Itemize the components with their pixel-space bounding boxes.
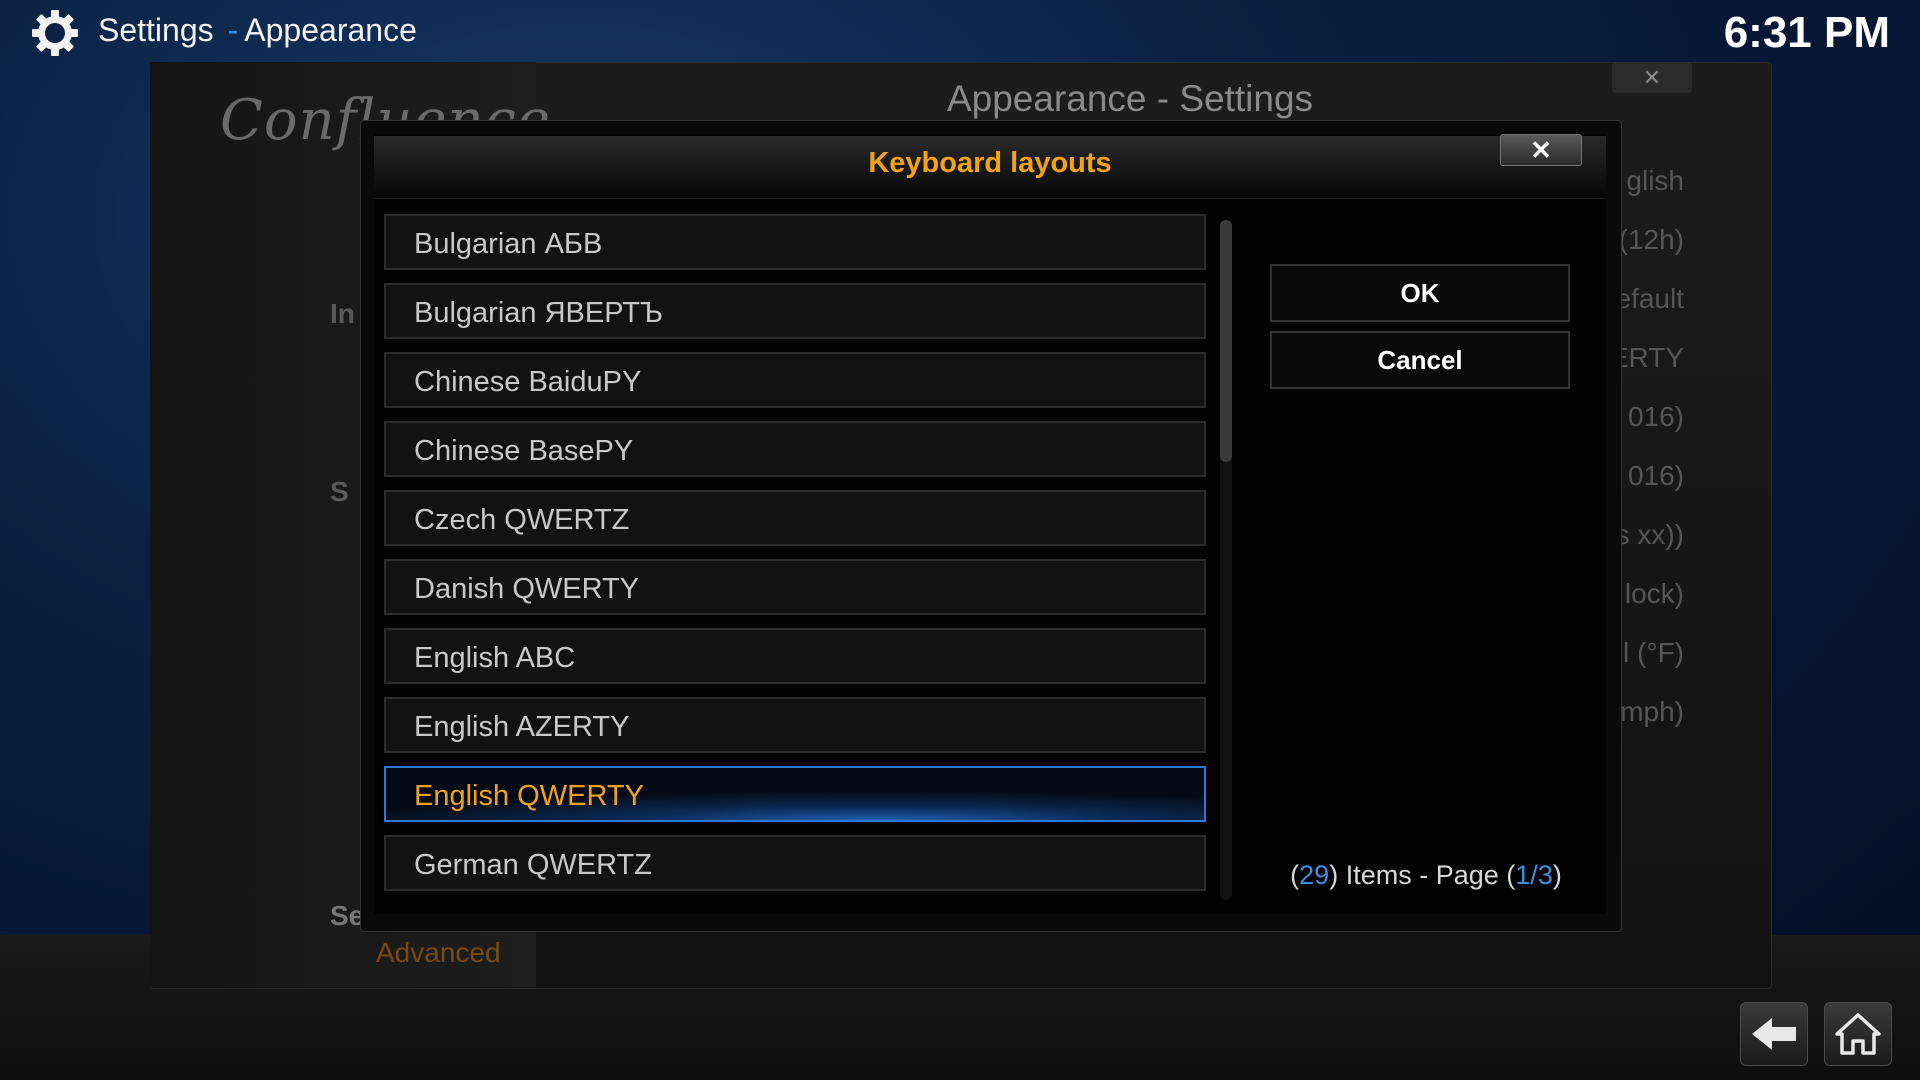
background-sidebar-item[interactable]: S	[330, 476, 349, 508]
list-item-label: Danish QWERTY	[414, 573, 640, 605]
breadcrumb: Settings - Appearance	[98, 12, 417, 49]
close-button[interactable]: ✕	[1500, 134, 1582, 166]
list-item-label: English AZERTY	[414, 711, 630, 743]
list-item-selected[interactable]: English QWERTY	[384, 766, 1206, 822]
background-setting-value: mph)	[1620, 696, 1684, 727]
list-item-label: English ABC	[414, 642, 576, 674]
breadcrumb-separator: -	[227, 12, 239, 48]
page-total: 3	[1537, 860, 1553, 890]
back-button[interactable]	[1740, 1002, 1808, 1066]
home-button[interactable]	[1824, 1002, 1892, 1066]
list-item-label: Czech QWERTZ	[414, 504, 630, 536]
list-item[interactable]: German QWERTZ	[384, 835, 1206, 891]
close-icon: ✕	[1530, 135, 1552, 165]
background-setting-value: s xx))	[1615, 519, 1684, 550]
background-window-title: Appearance - Settings	[946, 78, 1314, 119]
background-setting-value: glish	[1626, 165, 1684, 196]
dialog-title: Keyboard layouts	[868, 147, 1112, 179]
list-item[interactable]: English AZERTY	[384, 697, 1206, 753]
gear-icon	[30, 8, 80, 58]
breadcrumb-section: Settings	[98, 12, 214, 48]
item-count: 29	[1299, 860, 1330, 890]
scrollbar-thumb[interactable]	[1220, 220, 1232, 462]
list-item[interactable]: English ABC	[384, 628, 1206, 684]
list-item-label: Bulgarian АБВ	[414, 228, 603, 260]
background-close-button[interactable]: ✕	[1612, 63, 1692, 93]
items-page-text: Items - Page	[1345, 860, 1499, 890]
list-item[interactable]: Chinese BasePY	[384, 421, 1206, 477]
list-item[interactable]: Chinese BaiduPY	[384, 352, 1206, 408]
background-setting-value: 016)	[1627, 401, 1684, 432]
list-item[interactable]: Danish QWERTY	[384, 559, 1206, 615]
background-setting-value: efault	[1615, 283, 1685, 314]
list-item-label: English QWERTY	[414, 780, 644, 812]
cancel-button[interactable]: Cancel	[1270, 331, 1570, 389]
clock: 6:31 PM	[1723, 8, 1890, 57]
pagination-info: (29) Items - Page (1/3)	[1290, 860, 1562, 890]
back-arrow-icon	[1752, 1018, 1796, 1050]
settings-level-value[interactable]: Advanced	[376, 937, 501, 969]
background-setting-value: lock)	[1624, 578, 1684, 609]
ok-button[interactable]: OK	[1270, 264, 1570, 322]
list-item-label: Chinese BaiduPY	[414, 366, 642, 398]
background-setting-value: l (°F)	[1623, 637, 1684, 668]
page-current: 1	[1515, 860, 1531, 890]
breadcrumb-subsection: Appearance	[244, 12, 417, 48]
list-item-label: Chinese BasePY	[414, 435, 634, 467]
home-icon	[1835, 1013, 1881, 1055]
list-item[interactable]: Czech QWERTZ	[384, 490, 1206, 546]
list-item[interactable]: Bulgarian АБВ	[384, 214, 1206, 270]
background-setting-value: 016)	[1627, 460, 1684, 491]
list-item-label: Bulgarian ЯВЕРТЪ	[414, 297, 663, 329]
background-setting-value: (12h)	[1618, 224, 1684, 255]
list-item-label: German QWERTZ	[414, 849, 652, 881]
background-sidebar-item[interactable]: In	[330, 298, 355, 330]
list-item[interactable]: Bulgarian ЯВЕРТЪ	[384, 283, 1206, 339]
